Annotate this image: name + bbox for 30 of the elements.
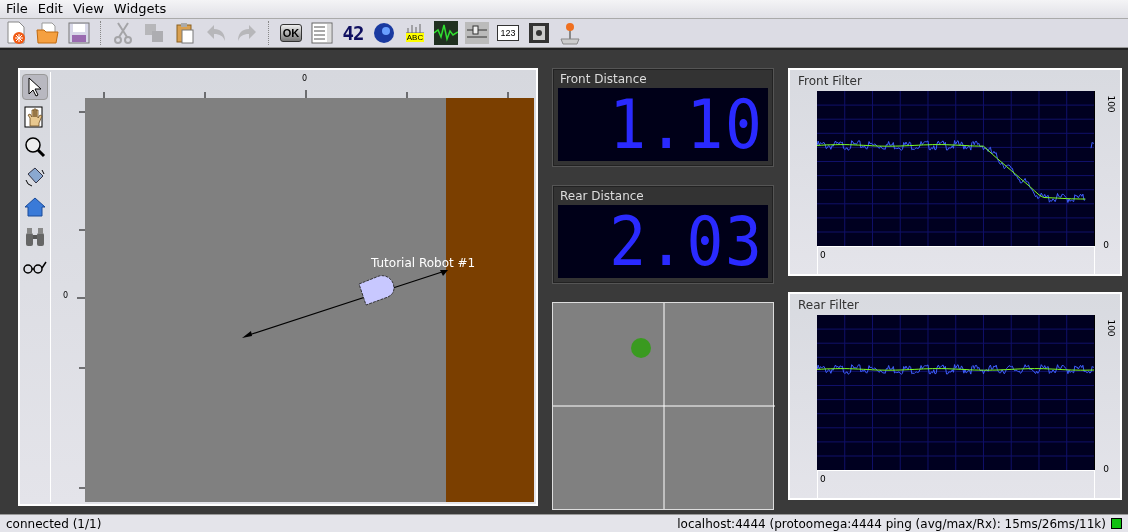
ruler-label: 0: [63, 291, 69, 301]
status-text: connected (1/1): [6, 516, 102, 531]
bar-chart-icon: [405, 23, 425, 34]
menu-item[interactable]: View: [72, 1, 104, 17]
axis-label: 0: [1103, 464, 1109, 475]
bars-button[interactable]: ABC: [402, 18, 428, 47]
axis-label: 0: [819, 474, 826, 485]
axis-label: 0: [1103, 240, 1109, 251]
plot-title: Rear Filter: [797, 297, 860, 315]
joystick-pad[interactable]: [552, 302, 774, 511]
display-value: 2.03: [609, 206, 764, 277]
display-title: Front Distance: [559, 71, 648, 89]
scope-button[interactable]: [433, 18, 459, 47]
menu-item[interactable]: Widgets: [113, 1, 167, 17]
ok-label: OK: [279, 23, 303, 42]
axis-label: 100: [1105, 95, 1116, 113]
digits-button[interactable]: 42: [340, 18, 366, 47]
menu-item[interactable]: File: [6, 1, 28, 17]
ruler-label: 0: [302, 74, 308, 84]
connection-text: localhost:4444 (protoomega:4444 ping (avg/max/Rx): 15ms/26ms/11k): [677, 516, 1106, 531]
menu-item[interactable]: Edit: [37, 1, 63, 17]
display-title: Rear Distance: [559, 188, 645, 206]
plot-title: Front Filter: [797, 73, 863, 91]
pointer-tool-button[interactable]: [22, 74, 48, 101]
axis-label: 100: [1105, 319, 1116, 337]
text-button-button[interactable]: OK: [278, 18, 304, 47]
display-value: 1.10: [609, 89, 764, 160]
robot-icon: [357, 274, 397, 309]
spin-button[interactable]: 123: [495, 18, 521, 47]
axis-label: 0: [819, 250, 826, 261]
